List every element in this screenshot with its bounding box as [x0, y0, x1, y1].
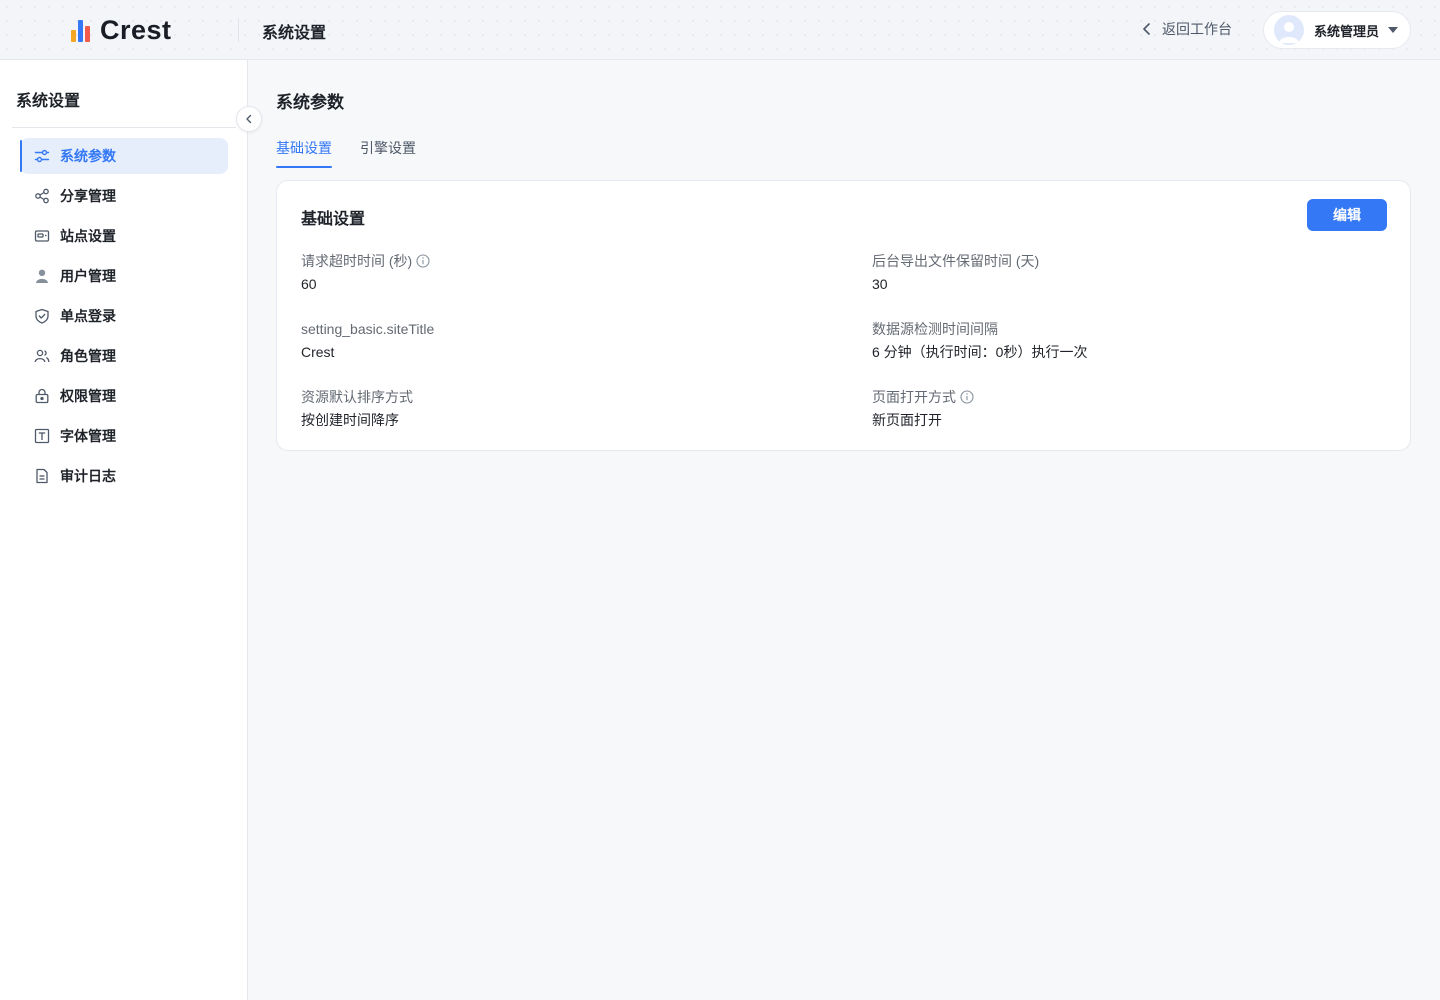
- sidebar-item-site[interactable]: 站点设置: [20, 218, 228, 254]
- logo-text: Crest: [100, 14, 172, 45]
- field-label-text: 数据源检测时间间隔: [872, 321, 998, 337]
- tab-engine-settings[interactable]: 引擎设置: [360, 138, 416, 168]
- info-icon[interactable]: [416, 254, 430, 268]
- field-export-retention: 后台导出文件保留时间 (天) 30: [872, 251, 1039, 294]
- header-divider: [238, 18, 239, 42]
- header-title: 系统设置: [262, 25, 327, 42]
- avatar-person-icon: [1279, 22, 1299, 43]
- info-icon[interactable]: [960, 390, 974, 404]
- sidebar-menu: 系统参数 分享管理 站点设置 用户管理 单点登录 角色管理 权限管理 字体管理 …: [20, 138, 228, 498]
- lock-icon: [33, 387, 51, 405]
- sidebar-item-sso[interactable]: 单点登录: [20, 298, 228, 334]
- back-label: 返回工作台: [1162, 21, 1232, 37]
- field-page-open-mode: 页面打开方式 新页面打开: [872, 387, 974, 430]
- caret-down-icon: [1388, 27, 1398, 33]
- sidebar-item-label: 站点设置: [60, 228, 116, 244]
- shield-icon: [33, 307, 51, 325]
- sidebar-item-fonts[interactable]: 字体管理: [20, 418, 228, 454]
- edit-button[interactable]: 编辑: [1307, 199, 1387, 231]
- field-value: 6 分钟（执行时间：0秒）执行一次: [872, 344, 1088, 360]
- app-logo[interactable]: Crest: [70, 14, 172, 46]
- user-name: 系统管理员: [1314, 23, 1380, 39]
- share-icon: [33, 187, 51, 205]
- field-label: setting_basic.siteTitle: [301, 319, 434, 339]
- users-icon: [33, 347, 51, 365]
- field-value: Crest: [301, 344, 335, 360]
- field-value: 60: [301, 276, 317, 292]
- sidebar-item-label: 审计日志: [60, 468, 116, 484]
- back-to-workbench-link[interactable]: 返回工作台: [1140, 19, 1232, 39]
- sidebar-item-label: 用户管理: [60, 268, 116, 284]
- sidebar-item-label: 权限管理: [60, 388, 116, 404]
- field-label: 数据源检测时间间隔: [872, 319, 1087, 339]
- field-value: 新页面打开: [872, 412, 942, 428]
- top-header: Crest 系统设置 返回工作台 系统管理员: [0, 0, 1440, 60]
- field-label: 后台导出文件保留时间 (天): [872, 251, 1039, 271]
- sidebar-item-label: 角色管理: [60, 348, 116, 364]
- field-label-text: 页面打开方式: [872, 389, 956, 405]
- sidebar-divider: [12, 127, 236, 128]
- avatar: [1274, 15, 1304, 45]
- sidebar-item-roles[interactable]: 角色管理: [20, 338, 228, 374]
- sidebar-item-label: 字体管理: [60, 428, 116, 444]
- field-site-title: setting_basic.siteTitle Crest: [301, 319, 434, 362]
- chevron-left-icon: [1143, 23, 1150, 35]
- sidebar-item-permissions[interactable]: 权限管理: [20, 378, 228, 414]
- field-label-text: 请求超时时间 (秒): [301, 253, 413, 269]
- field-label: 资源默认排序方式: [301, 387, 413, 407]
- sidebar-item-audit-log[interactable]: 审计日志: [20, 458, 228, 494]
- field-label-text: setting_basic.siteTitle: [301, 321, 435, 337]
- logo-bars-icon: [70, 18, 92, 42]
- card-title: 基础设置: [301, 211, 366, 228]
- user-menu[interactable]: 系统管理员: [1263, 11, 1411, 49]
- field-label: 页面打开方式: [872, 387, 974, 407]
- field-label-text: 后台导出文件保留时间 (天): [872, 253, 1040, 269]
- field-label-text: 资源默认排序方式: [301, 389, 413, 405]
- basic-settings-card: 基础设置 编辑 请求超时时间 (秒) 60 后台导出文件保留时间 (天) 30 …: [276, 180, 1411, 451]
- chevron-left-icon: [246, 114, 252, 124]
- field-default-sort: 资源默认排序方式 按创建时间降序: [301, 387, 413, 430]
- field-label: 请求超时时间 (秒): [301, 251, 430, 271]
- sidebar: 系统设置 系统参数 分享管理 站点设置 用户管理 单点登录 角色管理 权限管理 …: [0, 60, 248, 1000]
- sidebar-title: 系统设置: [16, 93, 81, 110]
- sidebar-item-share[interactable]: 分享管理: [20, 178, 228, 214]
- sidebar-item-label: 分享管理: [60, 188, 116, 204]
- field-datasource-check-interval: 数据源检测时间间隔 6 分钟（执行时间：0秒）执行一次: [872, 319, 1087, 362]
- font-icon: [33, 427, 51, 445]
- sidebar-item-label: 系统参数: [60, 148, 116, 164]
- field-value: 30: [872, 276, 888, 292]
- sidebar-collapse-button[interactable]: [236, 106, 262, 132]
- tab-basic-settings[interactable]: 基础设置: [276, 138, 332, 168]
- sidebar-item-system-params[interactable]: 系统参数: [20, 138, 228, 174]
- settings-tabs: 基础设置 引擎设置: [276, 138, 444, 168]
- sidebar-item-users[interactable]: 用户管理: [20, 258, 228, 294]
- sidebar-item-label: 单点登录: [60, 308, 116, 324]
- document-icon: [33, 467, 51, 485]
- site-icon: [33, 227, 51, 245]
- field-request-timeout: 请求超时时间 (秒) 60: [301, 251, 430, 294]
- sliders-icon: [33, 147, 51, 165]
- page-title: 系统参数: [276, 93, 344, 112]
- field-value: 按创建时间降序: [301, 412, 399, 428]
- user-icon: [33, 267, 51, 285]
